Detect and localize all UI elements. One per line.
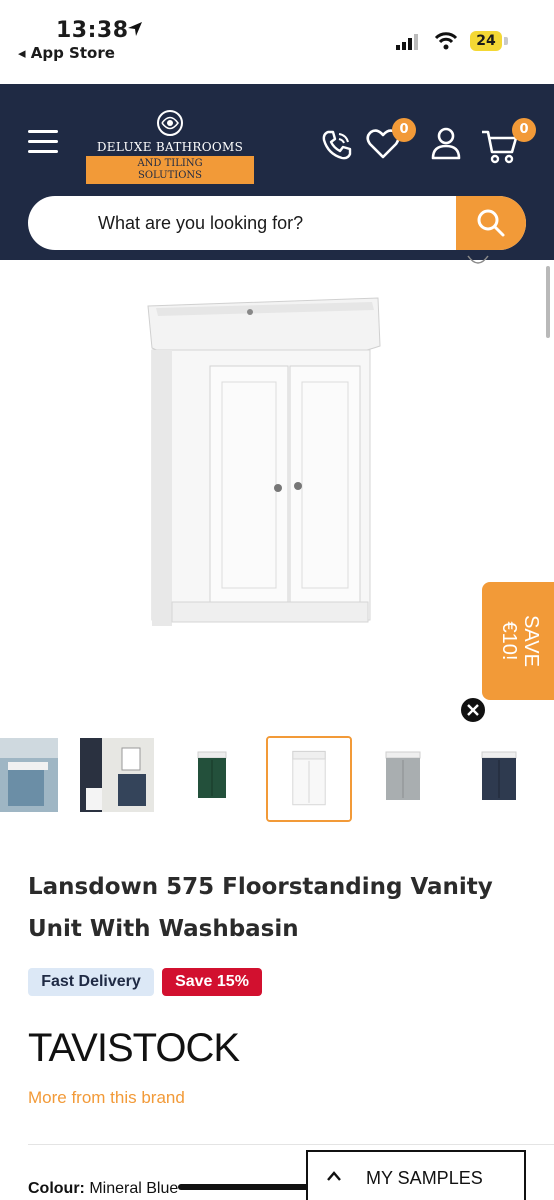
- site-header: DELUXE BATHROOMS AND TILING SOLUTIONS 0: [0, 84, 554, 260]
- product-page: 13:38 ◂ App Store 24 DELUXE BATHROOMS AN…: [0, 0, 554, 1200]
- colour-value: Mineral Blue: [89, 1180, 179, 1197]
- product-main-image[interactable]: [140, 290, 390, 635]
- brand-logo[interactable]: TAVISTOCK: [28, 1026, 240, 1071]
- more-from-brand-link[interactable]: More from this brand: [28, 1088, 185, 1108]
- wishlist-button[interactable]: 0: [366, 118, 418, 168]
- close-promo-button[interactable]: [459, 696, 487, 724]
- divider: [28, 1144, 554, 1145]
- search-button[interactable]: [456, 196, 526, 250]
- close-icon: [467, 704, 479, 716]
- search-input[interactable]: [28, 196, 456, 250]
- scrollbar-thumb[interactable]: [546, 266, 550, 338]
- thumbnail-6[interactable]: [462, 738, 536, 812]
- back-to-app-store[interactable]: ◂ App Store: [18, 44, 115, 62]
- thumbnail-5[interactable]: [366, 738, 440, 812]
- status-bar: 13:38 ◂ App Store 24: [0, 0, 554, 84]
- logo-text-line3: SOLUTIONS: [138, 170, 202, 181]
- save-promo-line1: SAVE: [520, 615, 542, 667]
- cart-button[interactable]: 0: [480, 118, 540, 168]
- location-arrow-icon: [128, 22, 142, 36]
- menu-icon[interactable]: [28, 130, 58, 154]
- battery-indicator: 24: [470, 31, 510, 51]
- fast-delivery-badge: Fast Delivery: [28, 968, 154, 996]
- logo-text-line1: DELUXE BATHROOMS: [96, 140, 244, 154]
- thumbnail-1[interactable]: [0, 738, 58, 812]
- battery-nub: [504, 37, 508, 45]
- thumbnail-4-selected[interactable]: [266, 736, 352, 822]
- logo-band: AND TILING SOLUTIONS: [86, 156, 254, 184]
- colour-label: Colour:: [28, 1180, 85, 1197]
- discount-badge: Save 15%: [162, 968, 262, 996]
- logo-text-line2: AND TILING: [137, 158, 203, 169]
- my-samples-label: MY SAMPLES: [366, 1168, 483, 1188]
- my-samples-button[interactable]: MY SAMPLES: [306, 1150, 526, 1200]
- save-promo-tab[interactable]: SAVE €10!: [482, 582, 554, 700]
- wishlist-count-badge: 0: [392, 118, 416, 142]
- account-icon[interactable]: [430, 126, 462, 160]
- cart-count-badge: 0: [512, 118, 536, 142]
- save-promo-text: SAVE €10!: [482, 582, 554, 700]
- thumbnail-2[interactable]: [80, 738, 154, 812]
- wifi-icon: [434, 32, 458, 50]
- battery-level: 24: [470, 31, 502, 51]
- wishlist-heart-icon[interactable]: [466, 252, 490, 268]
- thumbnail-strip: [0, 732, 554, 822]
- logo-emblem-icon: [157, 110, 183, 136]
- product-title: Lansdown 575 Floorstanding Vanity Unit W…: [28, 874, 493, 942]
- phone-icon[interactable]: [320, 128, 354, 162]
- colour-row: Colour: Mineral Blue: [28, 1180, 178, 1198]
- save-promo-line2: €10!: [498, 621, 520, 661]
- chevron-up-icon: [327, 1171, 341, 1181]
- thumbnail-3[interactable]: [176, 738, 250, 812]
- signal-icon: [396, 34, 418, 50]
- search-icon: [477, 209, 505, 237]
- search-bar: [28, 196, 526, 250]
- clock: 13:38: [56, 18, 129, 43]
- site-logo[interactable]: DELUXE BATHROOMS AND TILING SOLUTIONS: [84, 108, 256, 184]
